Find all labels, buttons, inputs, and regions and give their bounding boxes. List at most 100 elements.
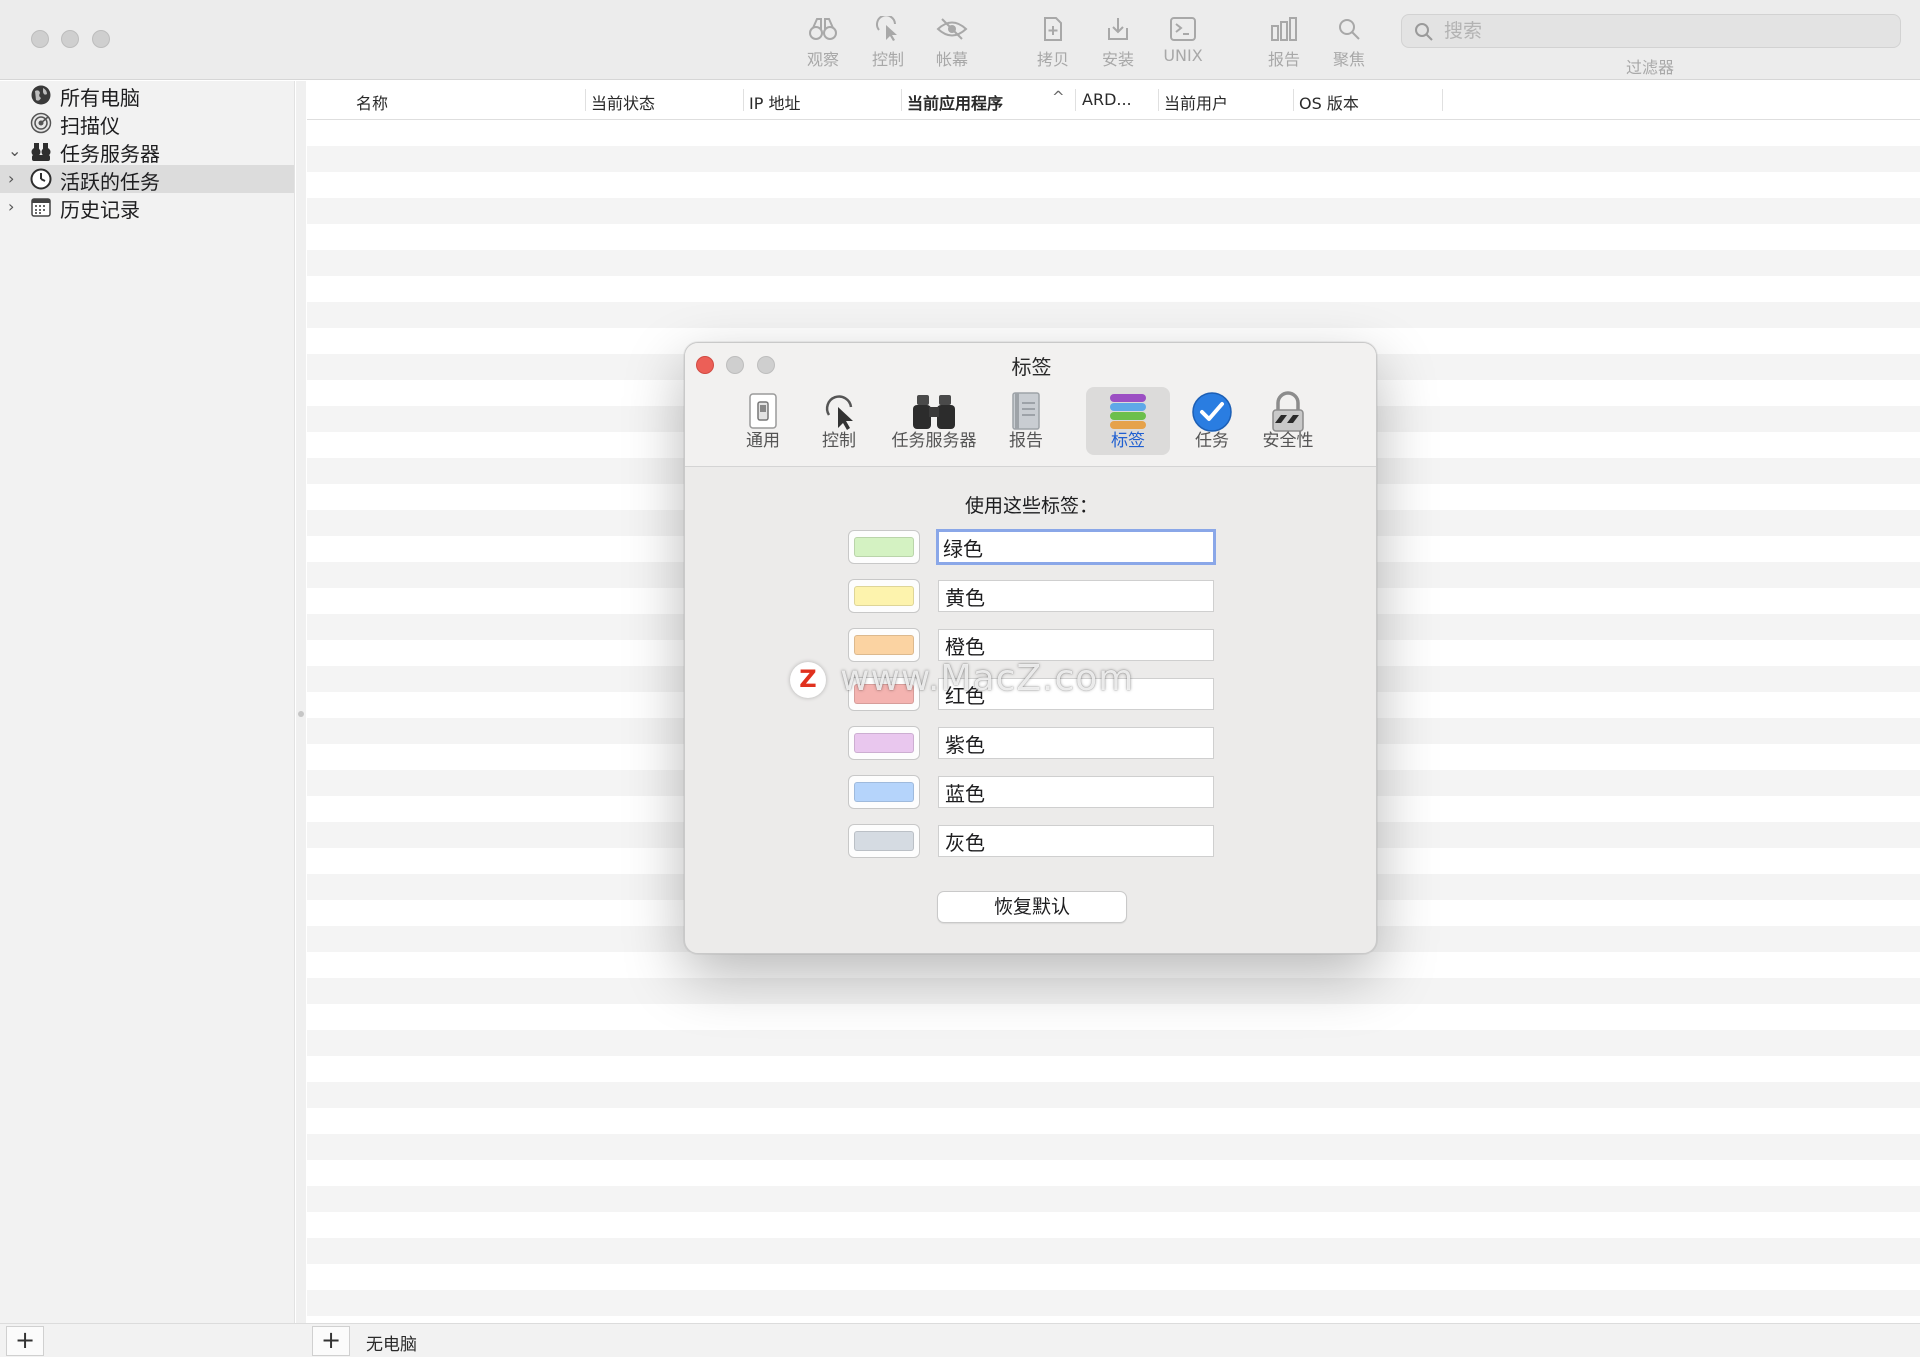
color-swatch	[854, 782, 914, 802]
sidebar-item-all-computers[interactable]: 所有电脑	[0, 81, 294, 110]
sidebar-item-task-server[interactable]: ⌄ 任务服务器	[0, 137, 294, 166]
column-separator[interactable]	[901, 89, 902, 111]
clock-icon	[30, 168, 52, 190]
install-button[interactable]: 安装	[1083, 14, 1153, 74]
install-label: 安装	[1101, 50, 1134, 69]
tab-label: 任务服务器	[891, 431, 977, 451]
control-label: 控制	[871, 50, 904, 69]
sidebar-item-history[interactable]: › 历史记录	[0, 193, 294, 222]
search-field[interactable]	[1401, 14, 1901, 48]
label-row-orange	[848, 628, 1218, 662]
tab-report[interactable]: 报告	[997, 387, 1055, 455]
disclosure-triangle[interactable]: ⌄	[8, 141, 22, 160]
minimize-window-button[interactable]	[61, 30, 79, 48]
label-row-blue	[848, 775, 1218, 809]
column-separator[interactable]	[1158, 89, 1159, 111]
column-separator[interactable]	[585, 89, 586, 111]
bar-chart-icon	[1271, 17, 1297, 41]
tab-label: 任务	[1195, 431, 1229, 451]
eye-slash-icon	[936, 18, 968, 40]
sort-ascending-icon: ^	[1052, 88, 1065, 106]
search-input[interactable]	[1442, 19, 1882, 43]
disclosure-triangle[interactable]: ›	[8, 169, 22, 188]
unix-button[interactable]: UNIX	[1148, 14, 1218, 74]
label-name-input[interactable]	[936, 529, 1216, 565]
copy-button[interactable]: 拷贝	[1018, 14, 1088, 74]
spotlight-button[interactable]: 聚焦	[1314, 14, 1384, 74]
label-row-green	[848, 529, 1218, 565]
color-well[interactable]	[848, 530, 920, 564]
control-button[interactable]: 控制	[853, 14, 923, 74]
table-header: 名称 当前状态 IP 地址 当前应用程序 ^ ARD... 当前用户 OS 版本	[307, 81, 1920, 120]
label-name-input[interactable]	[938, 825, 1214, 857]
tab-control[interactable]: 控制	[804, 387, 874, 455]
column-header-current-app[interactable]: 当前应用程序	[907, 90, 1003, 114]
curtain-button[interactable]: 帐幕	[917, 14, 987, 74]
tab-labels[interactable]: 标签	[1086, 387, 1170, 455]
sidebar-item-active-tasks[interactable]: › 活跃的任务	[0, 165, 294, 194]
computer-count-status: 无电脑	[366, 1335, 417, 1355]
column-separator[interactable]	[1293, 89, 1294, 111]
splitter-handle[interactable]	[298, 711, 304, 717]
copy-label: 拷贝	[1036, 50, 1069, 69]
sidebar-item-label: 所有电脑	[60, 86, 140, 110]
sidebar-splitter[interactable]	[296, 81, 306, 1323]
label-row-gray	[848, 824, 1218, 858]
column-header-ip[interactable]: IP 地址	[749, 90, 800, 114]
sidebar-item-scanner[interactable]: 扫描仪	[0, 109, 294, 138]
disclosure-triangle[interactable]: ›	[8, 197, 22, 216]
pointer-icon	[825, 395, 853, 430]
binoculars-icon	[809, 18, 837, 40]
color-well[interactable]	[848, 775, 920, 809]
watermark-logo-letter: Z	[799, 665, 817, 693]
report-button[interactable]: 报告	[1249, 14, 1319, 74]
tab-label: 标签	[1111, 431, 1145, 451]
label-name-input[interactable]	[938, 727, 1214, 759]
calendar-icon	[31, 198, 51, 217]
column-header-ard[interactable]: ARD...	[1082, 90, 1132, 109]
restore-defaults-button[interactable]: 恢复默认	[937, 891, 1127, 923]
dialog-title: 标签	[1011, 355, 1052, 379]
label-row-yellow	[848, 579, 1218, 613]
label-row-purple	[848, 726, 1218, 760]
search-icon	[1415, 23, 1433, 41]
sidebar-item-label: 活跃的任务	[60, 170, 160, 194]
column-header-status[interactable]: 当前状态	[591, 90, 655, 114]
observe-button[interactable]: 观察	[788, 14, 858, 74]
watermark-logo: Z	[790, 662, 826, 698]
color-well[interactable]	[848, 579, 920, 613]
label-name-input[interactable]	[938, 776, 1214, 808]
color-well[interactable]	[848, 628, 920, 662]
add-computer-button[interactable]: +	[312, 1326, 350, 1356]
tab-general[interactable]: 通用	[733, 387, 793, 455]
color-well[interactable]	[848, 726, 920, 760]
add-list-button[interactable]: +	[6, 1326, 44, 1356]
server-icon	[31, 143, 51, 161]
tab-task-server[interactable]: 任务服务器	[884, 387, 984, 455]
column-separator[interactable]	[1442, 89, 1443, 111]
tab-security[interactable]: 安全性	[1253, 387, 1323, 455]
label-name-input[interactable]	[938, 629, 1214, 661]
zoom-window-button[interactable]	[92, 30, 110, 48]
column-header-name[interactable]: 名称	[356, 90, 388, 114]
column-separator[interactable]	[1075, 89, 1076, 111]
sidebar-item-label: 任务服务器	[60, 142, 160, 166]
column-separator[interactable]	[743, 89, 744, 111]
pointer-icon	[876, 16, 897, 41]
curtain-label: 帐幕	[935, 50, 968, 69]
sidebar-item-label: 历史记录	[60, 198, 140, 222]
column-header-current-user[interactable]: 当前用户	[1164, 90, 1228, 114]
label-name-input[interactable]	[938, 580, 1214, 612]
color-well[interactable]	[848, 824, 920, 858]
labels-heading: 使用这些标签：	[964, 495, 1098, 517]
column-header-os-version[interactable]: OS 版本	[1299, 90, 1359, 114]
tab-tasks[interactable]: 任务	[1182, 387, 1242, 455]
observe-label: 观察	[806, 50, 839, 69]
close-window-button[interactable]	[31, 30, 49, 48]
tab-label: 控制	[822, 431, 856, 451]
preferences-dialog: 标签 通用 控制 任务服务器 报告 标签 任务 安全性 使用这些标签： 绿色 黄…	[684, 342, 1377, 954]
label-stack-icon	[1110, 394, 1146, 429]
sidebar-item-label: 扫描仪	[60, 114, 120, 138]
magnifier-icon	[1339, 19, 1360, 40]
color-swatch	[854, 831, 914, 851]
